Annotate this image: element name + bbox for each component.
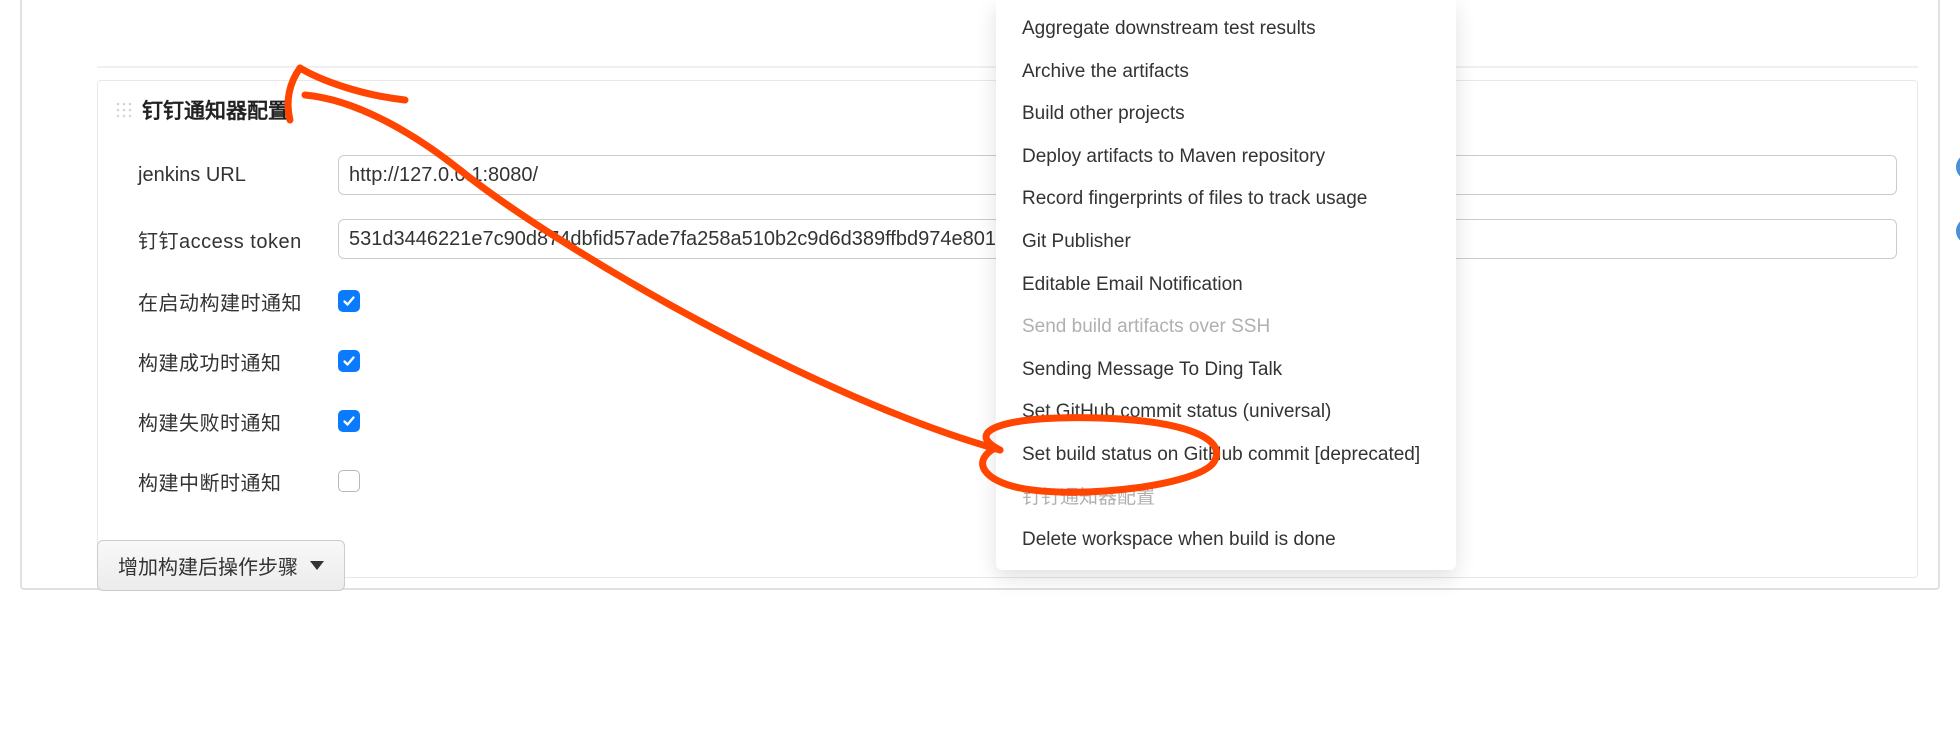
- dropdown-item[interactable]: Deploy artifacts to Maven repository: [996, 136, 1456, 179]
- label-access-token: 钉钉access token: [138, 225, 338, 254]
- dropdown-item[interactable]: Sending Message To Ding Talk: [996, 349, 1456, 392]
- add-post-build-step-button[interactable]: 增加构建后操作步骤: [97, 540, 345, 591]
- dropdown-item[interactable]: Record fingerprints of files to track us…: [996, 178, 1456, 221]
- help-icon[interactable]: ?: [1956, 218, 1960, 244]
- checkbox-notify-abort[interactable]: [338, 470, 360, 492]
- dropdown-item[interactable]: Git Publisher: [996, 221, 1456, 264]
- checkbox-notify-failure[interactable]: [338, 410, 360, 432]
- checkbox-notify-start[interactable]: [338, 290, 360, 312]
- label-notify-success: 构建成功时通知: [138, 347, 338, 376]
- dropdown-item[interactable]: Set build status on GitHub commit [depre…: [996, 434, 1456, 477]
- add-step-label: 增加构建后操作步骤: [118, 551, 298, 580]
- label-notify-abort: 构建中断时通知: [138, 467, 338, 496]
- dropdown-item: Send build artifacts over SSH: [996, 306, 1456, 349]
- label-notify-start: 在启动构建时通知: [138, 287, 338, 316]
- dropdown-item[interactable]: Aggregate downstream test results: [996, 8, 1456, 51]
- dropdown-item[interactable]: Editable Email Notification: [996, 264, 1456, 307]
- post-build-actions-dropdown: Aggregate downstream test resultsArchive…: [996, 0, 1456, 570]
- chevron-down-icon: [310, 561, 324, 570]
- label-notify-failure: 构建失败时通知: [138, 407, 338, 436]
- dropdown-item: 钉钉通知器配置: [996, 477, 1456, 520]
- dropdown-item[interactable]: Set GitHub commit status (universal): [996, 391, 1456, 434]
- config-panel: 钉钉通知器配置 jenkins URL 钉钉access token 在启动构建…: [20, 0, 1940, 590]
- dropdown-item[interactable]: Archive the artifacts: [996, 51, 1456, 94]
- drag-handle-icon[interactable]: [114, 100, 134, 120]
- label-jenkins-url: jenkins URL: [138, 164, 338, 187]
- section-title: 钉钉通知器配置: [142, 95, 289, 125]
- dropdown-item[interactable]: Build other projects: [996, 93, 1456, 136]
- dropdown-item[interactable]: Delete workspace when build is done: [996, 519, 1456, 562]
- help-icon[interactable]: ?: [1956, 154, 1960, 180]
- checkbox-notify-success[interactable]: [338, 350, 360, 372]
